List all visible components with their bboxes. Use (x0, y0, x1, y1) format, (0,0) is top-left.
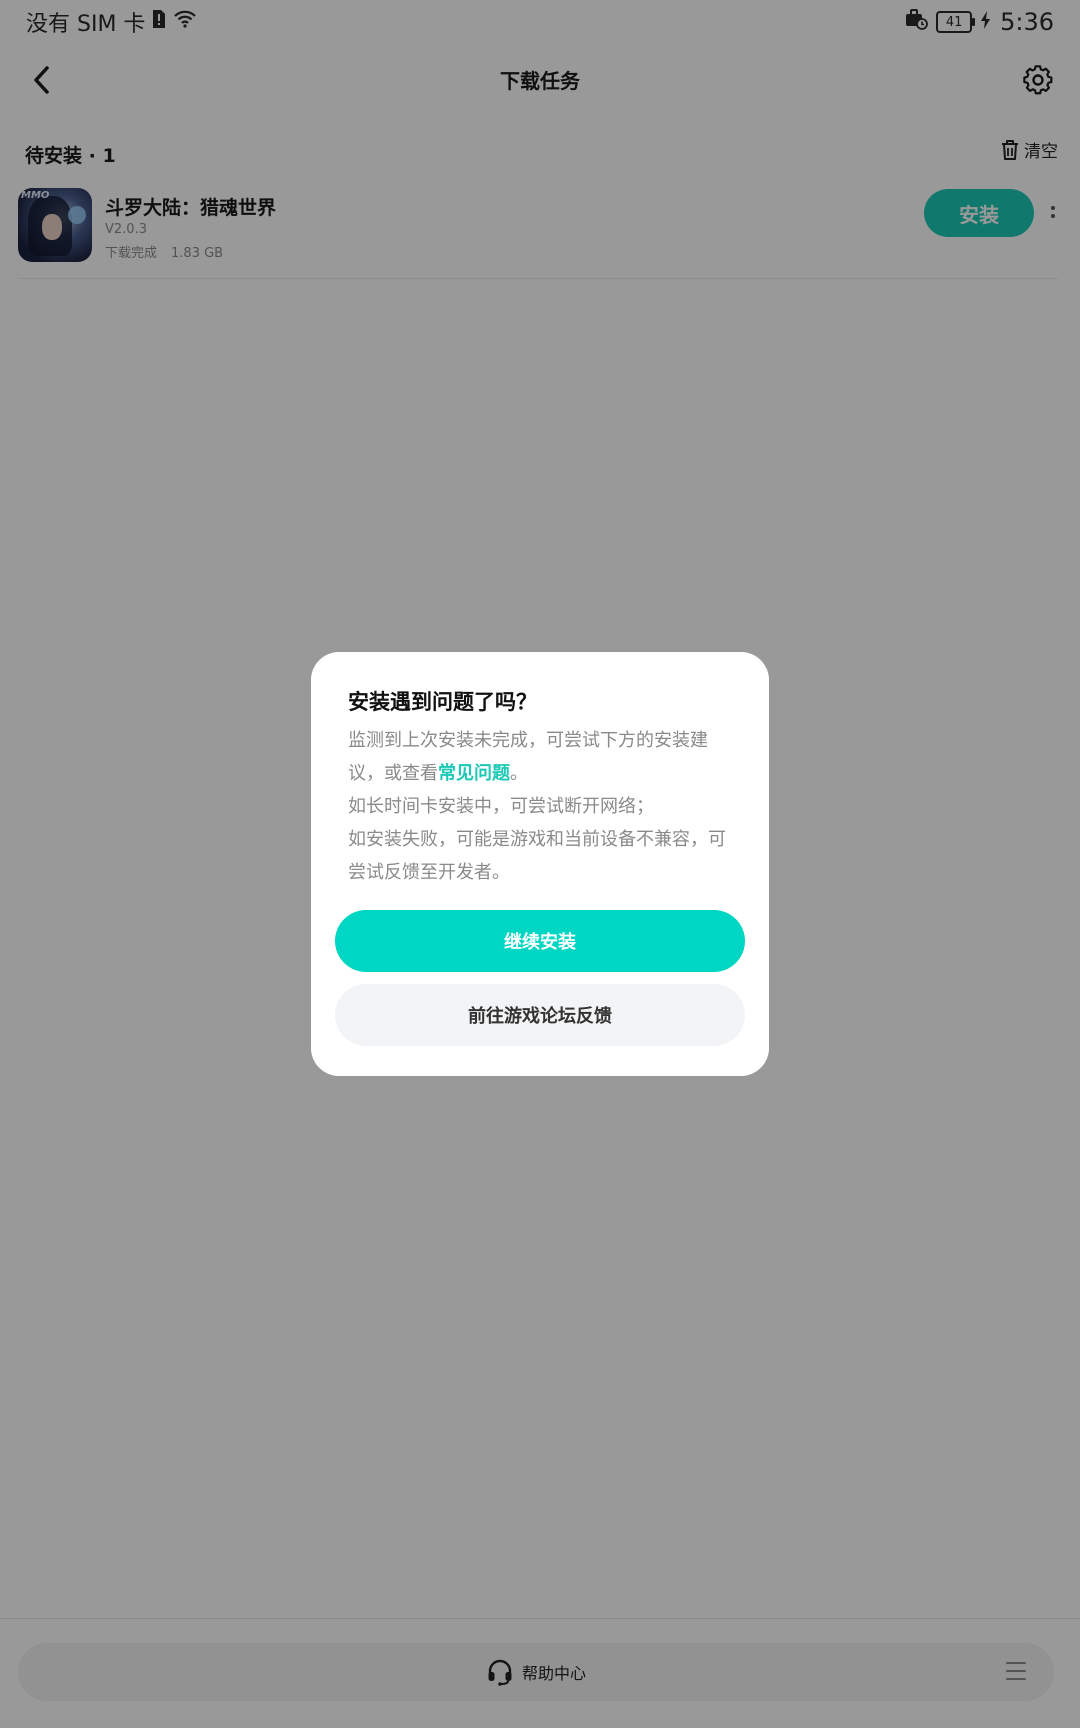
dialog-paragraph-3: 如安装失败，可能是游戏和当前设备不兼容，可尝试反馈至开发者。 (348, 829, 726, 883)
dialog-body: 监测到上次安装未完成，可尝试下方的安装建议，或查看常见问题。 如长时间卡安装中，… (348, 724, 732, 889)
faq-link[interactable]: 常见问题 (438, 763, 510, 784)
forum-feedback-button[interactable]: 前往游戏论坛反馈 (335, 984, 745, 1046)
dialog-paragraph-1: 监测到上次安装未完成，可尝试下方的安装建议，或查看常见问题。 (348, 724, 732, 790)
install-problem-dialog: 安装遇到问题了吗？ 监测到上次安装未完成，可尝试下方的安装建议，或查看常见问题。… (311, 652, 769, 1076)
continue-install-button[interactable]: 继续安装 (335, 910, 745, 972)
dialog-title: 安装遇到问题了吗？ (348, 690, 537, 714)
dialog-paragraph-2: 如长时间卡安装中，可尝试断开网络； (348, 796, 654, 817)
dialog-text-suffix: 。 (510, 763, 528, 784)
dialog-text-prefix: 监测到上次安装未完成，可尝试下方的安装建议，或查看 (348, 730, 708, 784)
